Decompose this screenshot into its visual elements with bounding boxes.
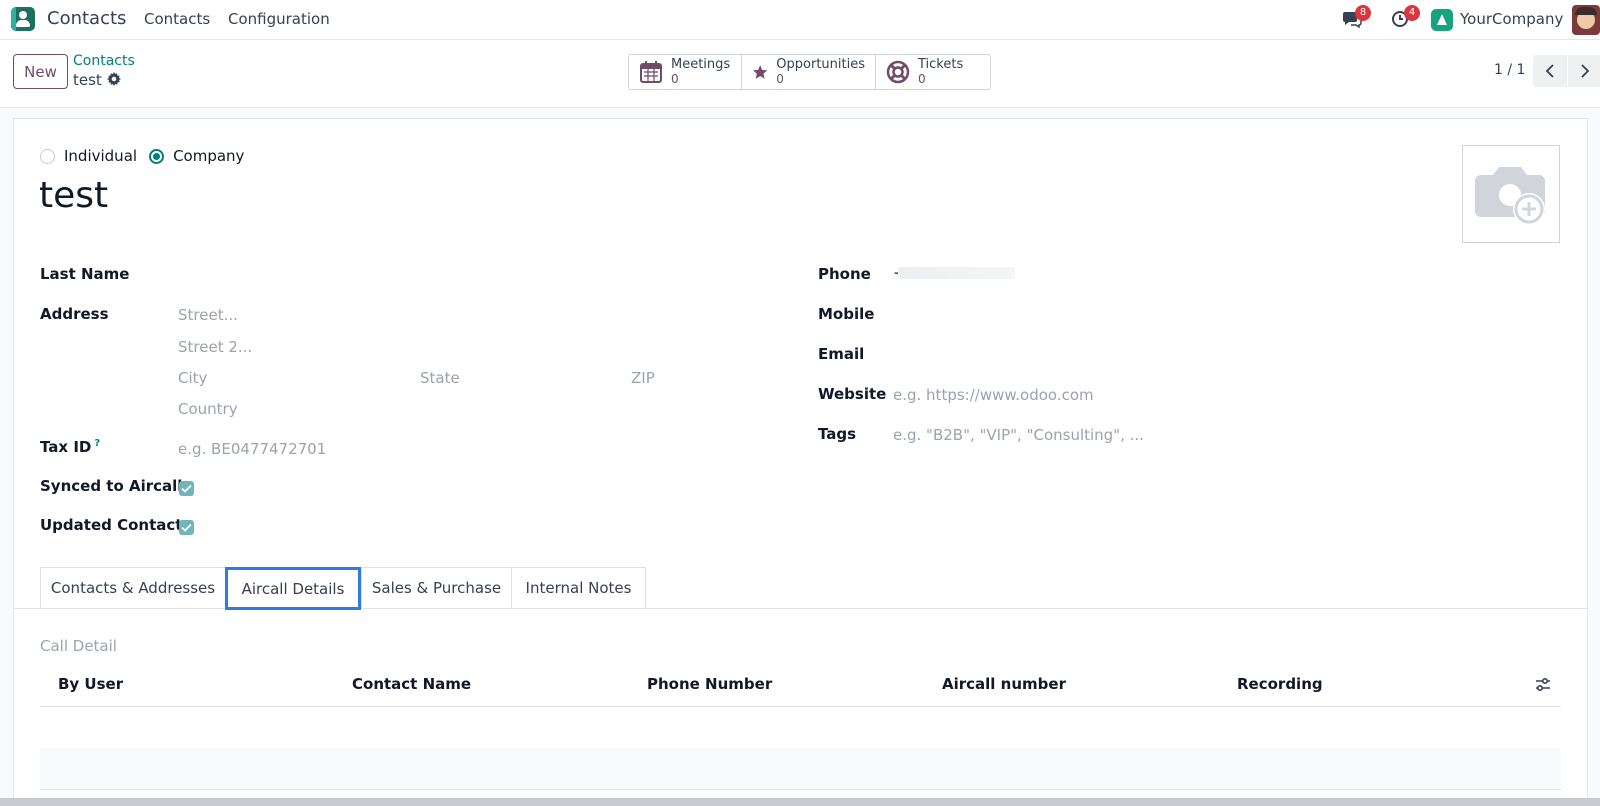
check-icon xyxy=(181,523,192,532)
control-panel: New Contacts test Meetings 0 Opportuniti… xyxy=(0,40,1600,108)
phone-redacted xyxy=(898,267,1015,279)
check-icon xyxy=(181,484,192,493)
pager-value[interactable]: 1 / 1 xyxy=(1494,62,1525,78)
tax-id-input[interactable]: e.g. BE0477472701 xyxy=(178,440,326,458)
tax-id-label: Tax ID? xyxy=(40,438,100,456)
calendar-icon xyxy=(640,61,662,83)
star-icon xyxy=(753,65,768,79)
mobile-label: Mobile xyxy=(818,305,875,323)
col-phone-number[interactable]: Phone Number xyxy=(647,675,772,693)
messages-badge: 8 xyxy=(1355,5,1371,21)
radio-company-label[interactable]: Company xyxy=(173,147,244,165)
col-contact-name[interactable]: Contact Name xyxy=(352,675,471,693)
street-input[interactable]: Street... xyxy=(178,306,238,324)
call-detail-title: Call Detail xyxy=(40,637,117,655)
call-detail-table-header: By User Contact Name Phone Number Aircal… xyxy=(40,665,1561,707)
city-input[interactable]: City xyxy=(178,369,207,387)
tickets-smart-button[interactable]: Tickets 0 xyxy=(876,55,990,89)
image-upload[interactable] xyxy=(1462,145,1560,243)
record-name-field[interactable]: test xyxy=(39,175,108,216)
opportunities-label: Opportunities xyxy=(776,57,865,72)
camera-plus-icon xyxy=(1475,167,1545,225)
tab-aircall-details[interactable]: Aircall Details xyxy=(225,567,361,610)
country-input[interactable]: Country xyxy=(178,400,238,418)
new-button[interactable]: New xyxy=(13,54,68,89)
menu-contacts[interactable]: Contacts xyxy=(144,10,210,28)
tab-internal-notes[interactable]: Internal Notes xyxy=(511,567,646,609)
state-input[interactable]: State xyxy=(420,369,460,387)
pager-previous-button[interactable] xyxy=(1533,55,1567,87)
radio-individual-label[interactable]: Individual xyxy=(64,147,137,165)
lifebuoy-icon xyxy=(886,60,910,84)
chevron-right-icon xyxy=(1581,64,1590,78)
company-switcher[interactable]: YourCompany xyxy=(1460,10,1563,28)
column-settings-icon[interactable] xyxy=(1535,677,1551,693)
top-navbar: Contacts Contacts Configuration 8 4 Your… xyxy=(0,0,1600,40)
meetings-smart-button[interactable]: Meetings 0 xyxy=(629,55,742,89)
synced-aircall-label: Synced to Aircall xyxy=(40,477,183,495)
company-type-radio: Individual Company xyxy=(40,147,256,165)
notebook-tabs: Contacts & Addresses Aircall Details Sal… xyxy=(40,567,646,610)
synced-aircall-checkbox[interactable] xyxy=(179,481,194,496)
tax-id-help[interactable]: ? xyxy=(94,438,100,449)
messages-button[interactable]: 8 xyxy=(1342,5,1371,30)
contacts-app-icon[interactable] xyxy=(11,7,35,31)
tickets-label: Tickets xyxy=(918,57,964,72)
table-row-divider xyxy=(40,789,1561,790)
tags-label: Tags xyxy=(818,425,857,443)
updated-contact-checkbox[interactable] xyxy=(179,520,194,535)
col-recording[interactable]: Recording xyxy=(1237,675,1323,693)
website-input[interactable]: e.g. https://www.odoo.com xyxy=(893,386,1094,404)
website-label: Website xyxy=(818,385,887,403)
table-row xyxy=(40,748,1561,789)
smart-buttons: Meetings 0 Opportunities 0 Tickets 0 xyxy=(628,54,991,90)
app-name[interactable]: Contacts xyxy=(47,8,126,29)
breadcrumb-contacts[interactable]: Contacts xyxy=(73,53,135,69)
tax-id-label-text: Tax ID xyxy=(40,438,92,456)
activities-button[interactable]: 4 xyxy=(1391,5,1420,30)
radio-company[interactable] xyxy=(149,148,165,164)
company-logo-icon[interactable] xyxy=(1431,9,1453,31)
opportunities-count: 0 xyxy=(776,72,784,86)
email-label: Email xyxy=(818,345,865,363)
gear-icon[interactable] xyxy=(107,72,121,86)
tags-input[interactable]: e.g. "B2B", "VIP", "Consulting", ... xyxy=(893,426,1144,444)
opportunities-smart-button[interactable]: Opportunities 0 xyxy=(742,55,876,89)
col-by-user[interactable]: By User xyxy=(58,675,123,693)
tickets-count: 0 xyxy=(918,72,926,86)
last-name-label: Last Name xyxy=(40,265,130,283)
meetings-label: Meetings xyxy=(671,57,731,72)
updated-contact-label: Updated Contact xyxy=(40,516,183,534)
breadcrumb-current: test xyxy=(73,71,102,89)
radio-individual[interactable] xyxy=(40,148,55,164)
horizontal-scrollbar[interactable] xyxy=(0,798,1600,806)
col-aircall-number[interactable]: Aircall number xyxy=(942,675,1066,693)
tab-sales-purchase[interactable]: Sales & Purchase xyxy=(361,567,511,609)
street2-input[interactable]: Street 2... xyxy=(178,338,252,356)
menu-configuration[interactable]: Configuration xyxy=(228,10,330,28)
pager-next-button[interactable] xyxy=(1568,55,1600,87)
tab-contacts-addresses[interactable]: Contacts & Addresses xyxy=(40,567,225,609)
user-avatar[interactable] xyxy=(1572,5,1600,35)
chevron-left-icon xyxy=(1545,64,1554,78)
activities-badge: 4 xyxy=(1404,5,1420,21)
address-label: Address xyxy=(40,305,109,323)
zip-input[interactable]: ZIP xyxy=(631,369,655,387)
phone-label: Phone xyxy=(818,265,871,283)
meetings-count: 0 xyxy=(671,72,679,86)
